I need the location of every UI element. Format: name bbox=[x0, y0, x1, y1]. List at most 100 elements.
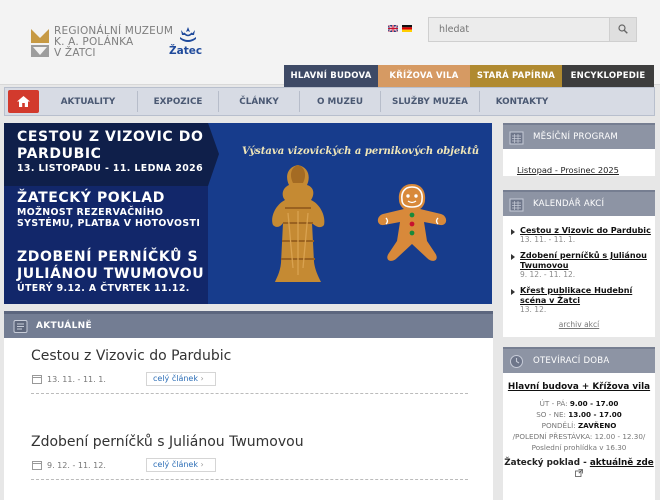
hours-row: SO - NE: 13.00 - 17.00 bbox=[503, 409, 655, 420]
home-icon bbox=[17, 96, 30, 107]
german-flag-icon[interactable] bbox=[402, 25, 412, 32]
hours-value: 13.00 - 17.00 bbox=[568, 410, 622, 419]
calendar-icon bbox=[509, 131, 524, 144]
main-nav: AKTUALITY EXPOZICE ČLÁNKY O MUZEU SLUŽBY… bbox=[4, 87, 655, 116]
tab-stara-papirna[interactable]: STARÁ PAPÍRNA bbox=[470, 65, 562, 87]
read-more-label: celý článek bbox=[153, 374, 198, 383]
calendar-icon bbox=[509, 198, 524, 211]
slide-title: CESTOU Z VIZOVIC DO PARDUBIC bbox=[17, 129, 204, 162]
building-tabs: HLAVNÍ BUDOVA KŘÍŽOVA VILA STARÁ PAPÍRNA… bbox=[284, 65, 654, 87]
read-more-button[interactable]: celý článek › bbox=[146, 458, 216, 472]
hours-label: SO - NE: bbox=[536, 410, 566, 419]
museum-logo-text[interactable]: REGIONÁLNÍ MUZEUM K. A. POLÁNKA V ŽATCI bbox=[54, 26, 173, 59]
museum-logo-icon[interactable] bbox=[31, 29, 49, 57]
search-icon bbox=[618, 24, 628, 34]
search-input[interactable] bbox=[429, 18, 610, 41]
article-date: 13. 11. - 11. 1. bbox=[47, 374, 106, 384]
event-item: Křest publikace Hudební scéna v Žatci 13… bbox=[503, 285, 655, 315]
featured-slider: CESTOU Z VIZOVIC DO PARDUBIC 13. LISTOPA… bbox=[4, 123, 492, 304]
slide-subtitle: MOŽNOST REZERVAČNÍHO SYSTÉMU, PLATBA V H… bbox=[17, 207, 201, 229]
slider-caption: Výstava vizovických a pernikových objekt… bbox=[242, 146, 480, 157]
treasure-note: Žatecký poklad - aktuálně zde bbox=[503, 458, 655, 481]
home-button[interactable] bbox=[8, 90, 39, 113]
event-title[interactable]: Zdobení perníčků s Juliánou Twumovou bbox=[520, 250, 655, 270]
event-date: 13. 11. - 11. 1. bbox=[520, 235, 576, 244]
town-name[interactable]: Žatec bbox=[169, 45, 202, 57]
bullet-arrow-icon bbox=[511, 229, 515, 235]
slide-item-zatecky-poklad[interactable]: ŽATECKÝ POKLAD MOŽNOST REZERVAČNÍHO SYST… bbox=[4, 186, 208, 245]
slide-subtitle: 13. LISTOPADU - 11. LEDNA 2026 bbox=[17, 163, 204, 174]
slide-subtitle: ÚTERÝ 9.12. A ČTVRTEK 11.12. bbox=[17, 283, 190, 294]
tab-hlavni-budova[interactable]: HLAVNÍ BUDOVA bbox=[284, 65, 378, 87]
site-header: REGIONÁLNÍ MUZEUM K. A. POLÁNKA V ŽATCI … bbox=[0, 0, 660, 87]
calendar-icon bbox=[32, 461, 42, 470]
event-title[interactable]: Cestou z Vizovic do Pardubic bbox=[520, 225, 655, 235]
calendar-icon bbox=[32, 375, 42, 384]
hours-value: 9.00 - 17.00 bbox=[569, 399, 619, 408]
section-title: AKTUÁLNĚ bbox=[36, 321, 92, 331]
english-flag-icon[interactable] bbox=[388, 25, 398, 32]
aktualne-header: AKTUÁLNĚ bbox=[4, 311, 493, 338]
external-link-icon bbox=[575, 469, 583, 477]
event-title[interactable]: Křest publikace Hudební scéna v Žatci bbox=[520, 285, 655, 305]
hours-value: ZAVŘENO bbox=[577, 421, 617, 430]
event-item: Zdobení perníčků s Juliánou Twumovou 9. … bbox=[503, 250, 655, 280]
treasure-link[interactable]: aktuálně zde bbox=[590, 458, 654, 468]
search-box bbox=[428, 17, 637, 42]
slide-title: ZDOBENÍ PERNÍČKŮ S JULIÁNOU TWUMOVOU bbox=[17, 249, 205, 282]
article-meta: 13. 11. - 11. 1. celý článek › bbox=[31, 372, 468, 386]
opening-hours-title: OTEVÍRACÍ DOBA bbox=[533, 356, 610, 366]
news-article: Cestou z Vizovic do Pardubic 13. 11. - 1… bbox=[31, 348, 468, 394]
monthly-program-header: MĚSÍČNÍ PROGRAM bbox=[503, 123, 655, 149]
slide-item-pernicky[interactable]: ZDOBENÍ PERNÍČKŮ S JULIÁNOU TWUMOVOU ÚTE… bbox=[4, 245, 208, 304]
slider-list: CESTOU Z VIZOVIC DO PARDUBIC 13. LISTOPA… bbox=[4, 123, 219, 304]
read-more-label: celý článek bbox=[153, 460, 198, 469]
hours-row: PONDĚLÍ: ZAVŘENO bbox=[503, 420, 655, 431]
news-list: Cestou z Vizovic do Pardubic 13. 11. - 1… bbox=[4, 338, 493, 500]
events-archive-link[interactable]: archiv akcí bbox=[503, 320, 655, 329]
nav-expozice[interactable]: EXPOZICE bbox=[138, 97, 218, 107]
slide-item-vizovice[interactable]: CESTOU Z VIZOVIC DO PARDUBIC 13. LISTOPA… bbox=[4, 123, 219, 186]
article-title[interactable]: Zdobení perníčků s Juliánou Twumovou bbox=[31, 434, 468, 450]
logo-line-3: V ŽATCI bbox=[54, 47, 96, 59]
slide-title: ŽATECKÝ POKLAD bbox=[17, 190, 165, 206]
article-date: 9. 12. - 11. 12. bbox=[47, 460, 106, 470]
hours-label: ÚT - PÁ: bbox=[539, 399, 568, 408]
nav-kontakty[interactable]: KONTAKTY bbox=[480, 97, 564, 107]
chevron-right-icon: › bbox=[197, 374, 204, 383]
straw-doll-illustration bbox=[272, 165, 325, 282]
events-calendar-title: KALENDÁŘ AKCÍ bbox=[533, 199, 605, 209]
lunch-break: /POLEDNÍ PŘESTÁVKA: 12.00 - 12.30/ bbox=[512, 432, 646, 441]
monthly-program-title: MĚSÍČNÍ PROGRAM bbox=[533, 132, 619, 142]
event-date: 9. 12. - 11. 12. bbox=[520, 270, 576, 279]
tab-krizova-vila[interactable]: KŘÍŽOVA VILA bbox=[378, 65, 470, 87]
read-more-button[interactable]: celý článek › bbox=[146, 372, 216, 386]
monthly-program-box: MĚSÍČNÍ PROGRAM Listopad - Prosinec 2025 bbox=[503, 123, 655, 176]
zatec-crest-icon[interactable] bbox=[177, 26, 199, 46]
treasure-prefix: Žatecký poklad - bbox=[504, 458, 587, 468]
news-article: Zdobení perníčků s Juliánou Twumovou 9. … bbox=[31, 434, 468, 480]
opening-hours-header: OTEVÍRACÍ DOBA bbox=[503, 347, 655, 373]
gingerbread-man-illustration bbox=[377, 184, 447, 261]
monthly-program-link[interactable]: Listopad - Prosinec 2025 bbox=[517, 165, 619, 175]
chevron-right-icon: › bbox=[197, 460, 204, 469]
last-tour: Poslední prohlídka v 16.30 bbox=[531, 443, 627, 452]
event-date: 13. 12. bbox=[520, 305, 547, 314]
hours-row: ÚT - PÁ: 9.00 - 17.00 bbox=[503, 398, 655, 409]
event-item: Cestou z Vizovic do Pardubic 13. 11. - 1… bbox=[503, 225, 655, 245]
nav-o-muzeu[interactable]: O MUZEU bbox=[300, 97, 380, 107]
events-calendar-box: KALENDÁŘ AKCÍ Cestou z Vizovic do Pardub… bbox=[503, 190, 655, 337]
search-button[interactable] bbox=[609, 18, 636, 41]
article-meta: 9. 12. - 11. 12. celý článek › bbox=[31, 458, 468, 472]
news-icon bbox=[13, 319, 28, 333]
nav-clanky[interactable]: ČLÁNKY bbox=[219, 97, 299, 107]
bullet-arrow-icon bbox=[511, 254, 515, 260]
hours-label: PONDĚLÍ: bbox=[541, 421, 576, 430]
events-calendar-header: KALENDÁŘ AKCÍ bbox=[503, 190, 655, 216]
bullet-arrow-icon bbox=[511, 289, 515, 295]
article-title[interactable]: Cestou z Vizovic do Pardubic bbox=[31, 348, 468, 364]
page: REGIONÁLNÍ MUZEUM K. A. POLÁNKA V ŽATCI … bbox=[0, 0, 660, 500]
nav-sluzby-muzea[interactable]: SLUŽBY MUZEA bbox=[381, 97, 479, 107]
tab-encyklopedie[interactable]: ENCYKLOPEDIE bbox=[562, 65, 654, 87]
nav-aktuality[interactable]: AKTUALITY bbox=[39, 97, 137, 107]
